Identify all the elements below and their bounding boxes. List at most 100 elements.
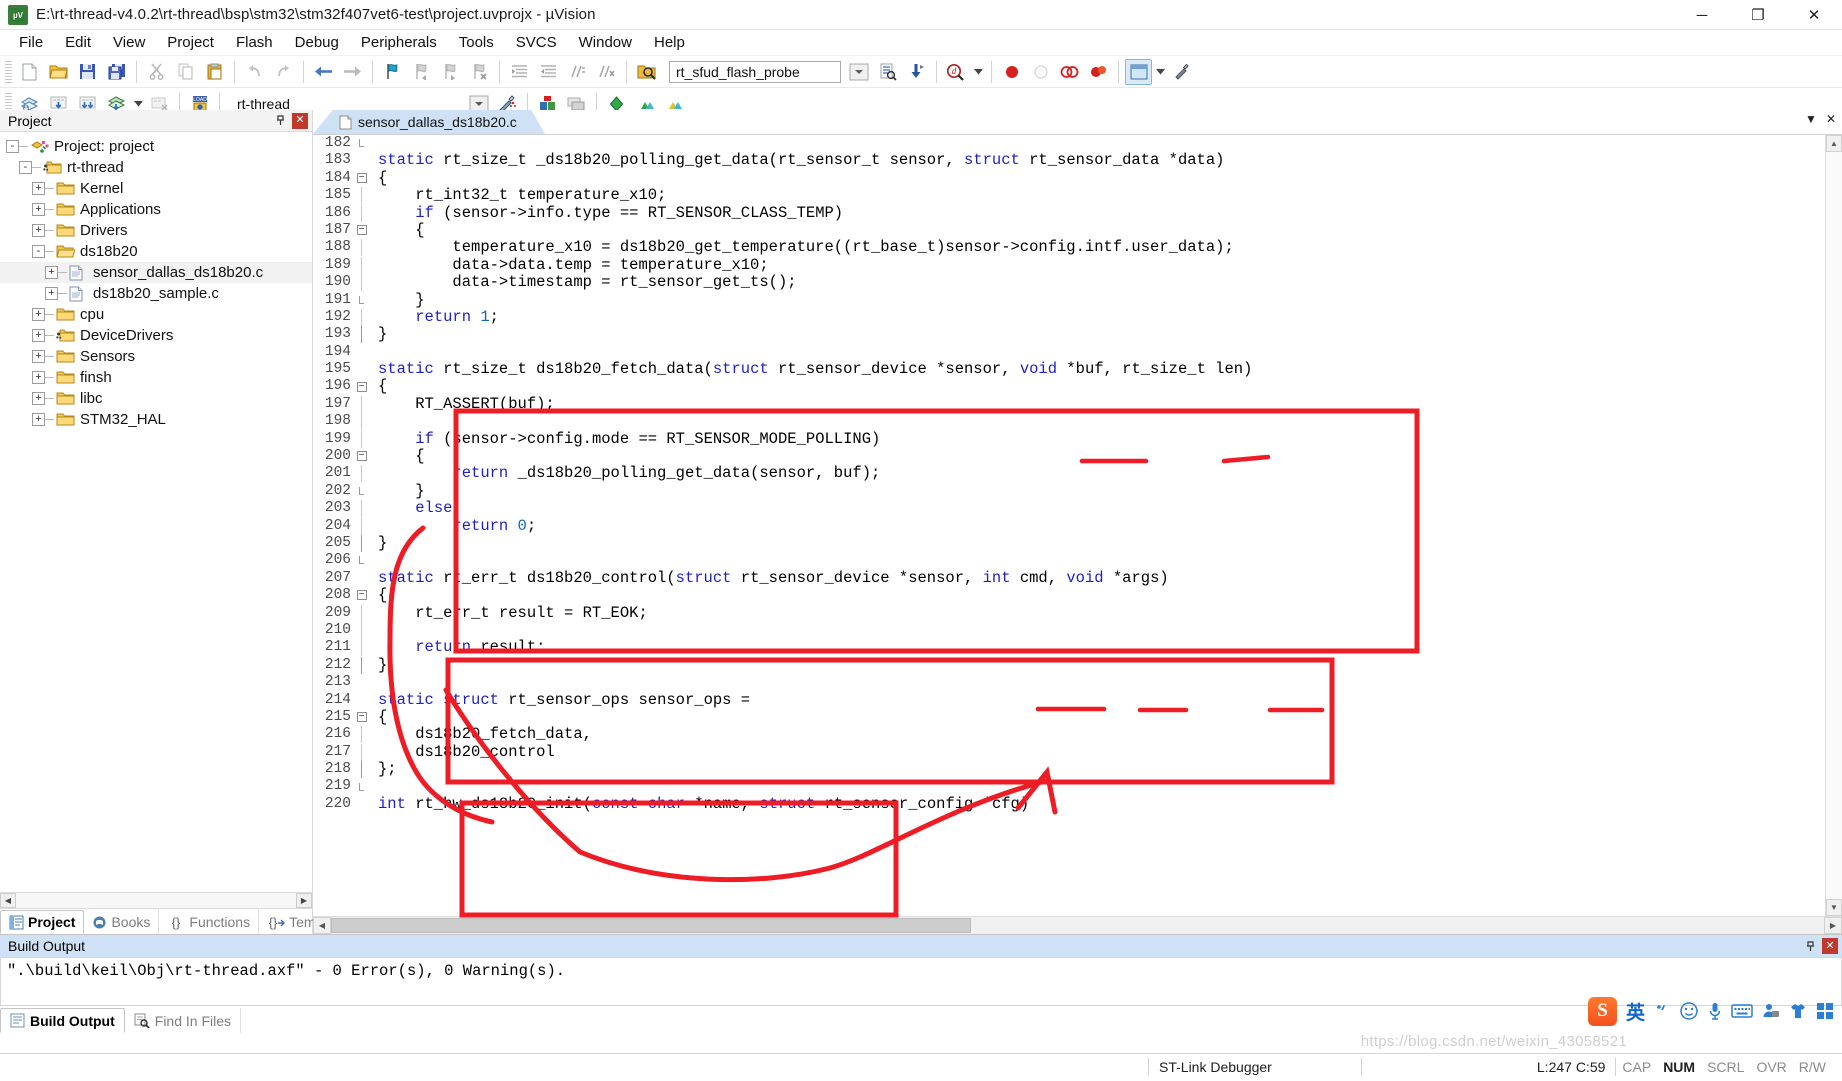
code-line[interactable]: 202 } — [313, 482, 1825, 500]
tree-item-finsh[interactable]: + finsh — [0, 367, 312, 388]
tree-item-applications[interactable]: + Applications — [0, 199, 312, 220]
minimize-button[interactable]: ─ — [1674, 0, 1730, 30]
chevron-down-icon[interactable]: ▼ — [1805, 112, 1817, 126]
menu-item-edit[interactable]: Edit — [54, 32, 102, 53]
save-icon[interactable] — [74, 59, 101, 85]
scroll-right-icon[interactable]: ▶ — [296, 893, 312, 908]
tree-item-sensors[interactable]: + Sensors — [0, 346, 312, 367]
function-combo-dropdown[interactable] — [845, 59, 872, 85]
redo-icon[interactable] — [270, 59, 297, 85]
project-tree-hscrollbar[interactable]: ◀ ▶ — [0, 892, 312, 908]
tree-expander[interactable]: - — [32, 245, 45, 258]
menu-item-window[interactable]: Window — [568, 32, 643, 53]
tree-expander[interactable]: + — [32, 371, 45, 384]
sogou-ime-logo[interactable]: S — [1587, 996, 1617, 1026]
code-line[interactable]: 203 else — [313, 500, 1825, 518]
paste-icon[interactable] — [201, 59, 228, 85]
code-line[interactable]: 205} — [313, 534, 1825, 552]
tree-item-devicedrivers[interactable]: + DeviceDrivers — [0, 325, 312, 346]
build-tab-find-in-files[interactable]: Find In Files — [125, 1008, 242, 1033]
code-line[interactable]: 200− { — [313, 447, 1825, 465]
emoji-icon[interactable] — [1679, 1001, 1699, 1021]
code-line[interactable]: 184−{ — [313, 169, 1825, 187]
code-line[interactable]: 187− { — [313, 221, 1825, 239]
menu-item-tools[interactable]: Tools — [448, 32, 505, 53]
scroll-track[interactable] — [16, 893, 296, 908]
tree-expander[interactable]: + — [45, 287, 58, 300]
menu-item-file[interactable]: File — [8, 32, 54, 53]
comment-icon[interactable] — [564, 59, 591, 85]
code-line[interactable]: 208−{ — [313, 586, 1825, 604]
code-line[interactable]: 210 — [313, 621, 1825, 639]
code-line[interactable]: 212} — [313, 656, 1825, 674]
menu-item-help[interactable]: Help — [643, 32, 696, 53]
tree-expander[interactable]: - — [6, 140, 19, 153]
build-tab-build-output[interactable]: Build Output — [0, 1008, 125, 1033]
find-dropdown-arrow-icon[interactable] — [972, 59, 985, 85]
tree-item-libc[interactable]: + libc — [0, 388, 312, 409]
panel-tab-functions[interactable]: {} Functions — [159, 910, 260, 934]
punctuation-icon[interactable] — [1654, 1002, 1670, 1020]
navigate-back-icon[interactable] — [310, 59, 337, 85]
code-view[interactable]: 182 183 static rt_size_t _ds18b20_polling… — [313, 135, 1825, 916]
menu-item-project[interactable]: Project — [156, 32, 225, 53]
close-button[interactable]: ✕ — [1786, 0, 1842, 30]
tree-item-cpu[interactable]: + cpu — [0, 304, 312, 325]
code-line[interactable]: 217 ds18b20_control — [313, 743, 1825, 761]
menu-item-peripherals[interactable]: Peripherals — [350, 32, 448, 53]
tree-item-ds18b20[interactable]: - ds18b20 — [0, 241, 312, 262]
editor-hscrollbar[interactable]: ◀ ▶ — [313, 916, 1842, 934]
copy-icon[interactable] — [172, 59, 199, 85]
tree-item-stm32-hal[interactable]: + STM32_HAL — [0, 409, 312, 430]
code-line[interactable]: 198 — [313, 413, 1825, 431]
save-all-icon[interactable] — [103, 59, 130, 85]
toolbar-grip[interactable] — [5, 60, 12, 83]
bookmark-clear-icon[interactable] — [466, 59, 493, 85]
tree-expander[interactable]: + — [32, 224, 45, 237]
scroll-down-icon[interactable]: ▼ — [1826, 899, 1842, 916]
tree-item-sensor-dallas-ds18b20-c[interactable]: + sensor_dallas_ds18b20.c — [0, 262, 312, 283]
menu-item-svcs[interactable]: SVCS — [505, 32, 568, 53]
scroll-thumb[interactable] — [331, 918, 971, 933]
fold-toggle-icon[interactable]: − — [356, 172, 367, 183]
insert-breakpoint-icon[interactable] — [1056, 59, 1083, 85]
undo-icon[interactable] — [241, 59, 268, 85]
navigate-forward-icon[interactable] — [339, 59, 366, 85]
code-line[interactable]: 219 — [313, 778, 1825, 795]
indent-icon[interactable] — [506, 59, 533, 85]
code-line[interactable]: 211 return result; — [313, 638, 1825, 657]
tree-expander[interactable]: + — [32, 308, 45, 321]
code-line[interactable]: 189 data->data.temp = temperature_x10; — [313, 256, 1825, 274]
scroll-right-icon[interactable]: ▶ — [1824, 917, 1842, 934]
uncomment-icon[interactable] — [593, 59, 620, 85]
browse-icon[interactable] — [633, 59, 660, 85]
cut-icon[interactable] — [143, 59, 170, 85]
window-layout-icon[interactable] — [1125, 58, 1152, 85]
pin-icon[interactable] — [272, 113, 288, 129]
insert-bookmark-icon[interactable] — [903, 59, 930, 85]
tree-expander[interactable]: + — [45, 266, 58, 279]
tree-expander[interactable]: - — [19, 161, 32, 174]
bookmark-next-icon[interactable] — [437, 59, 464, 85]
skin-icon[interactable] — [1789, 1002, 1807, 1020]
tree-item-rt-thread[interactable]: - rt-thread — [0, 157, 312, 178]
code-line[interactable]: 213 — [313, 674, 1825, 691]
panel-tab-project[interactable]: Project — [0, 910, 85, 934]
code-line[interactable]: 207 static rt_err_t ds18b20_control(struc… — [313, 569, 1825, 587]
configure-icon[interactable] — [1168, 59, 1195, 85]
code-line[interactable]: 182 — [313, 135, 1825, 152]
code-line[interactable]: 220 int rt_hw_ds18b20_init(const char *na… — [313, 795, 1825, 813]
microphone-icon[interactable] — [1708, 1001, 1722, 1021]
scroll-track[interactable] — [1826, 152, 1842, 899]
menu-item-debug[interactable]: Debug — [284, 32, 350, 53]
tree-expander[interactable]: + — [32, 203, 45, 216]
code-line[interactable]: 196−{ — [313, 378, 1825, 396]
bookmark-prev-icon[interactable] — [408, 59, 435, 85]
menu-item-view[interactable]: View — [102, 32, 156, 53]
code-line[interactable]: 204 return 0; — [313, 517, 1825, 535]
editor-tab-sensor-dallas-ds18b20-c[interactable]: sensor_dallas_ds18b20.c — [333, 110, 531, 134]
goto-definition-icon[interactable] — [874, 59, 901, 85]
fold-toggle-icon[interactable]: − — [356, 451, 367, 462]
start-debug-icon[interactable] — [998, 59, 1025, 85]
tree-expander[interactable]: + — [32, 392, 45, 405]
